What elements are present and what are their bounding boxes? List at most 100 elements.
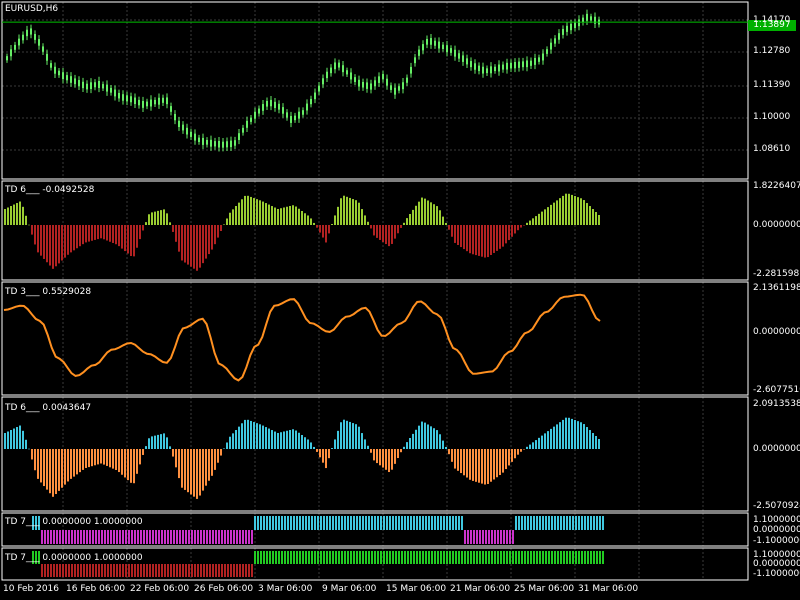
signal-bar (293, 516, 295, 530)
signal-bar (353, 551, 355, 564)
price-candle-body (22, 34, 24, 41)
signal-bar (89, 564, 91, 577)
histogram-bar (196, 449, 198, 499)
histogram-bar (106, 449, 108, 466)
price-candle-body (398, 86, 400, 91)
signal-bar (188, 530, 190, 544)
signal-bar (278, 551, 280, 564)
signal-bar (353, 516, 355, 530)
price-candle-body (74, 78, 76, 85)
price-candle-body (482, 66, 484, 74)
histogram-bar (310, 218, 312, 225)
signal-bar (212, 564, 214, 577)
signal-bar (47, 530, 49, 544)
histogram-bar (472, 449, 474, 481)
signal-bar (161, 564, 163, 577)
time-axis-tick: 26 Feb 06:00 (194, 584, 254, 594)
signal-bar (155, 564, 157, 577)
signal-bar (284, 516, 286, 530)
price-candle-body (338, 62, 340, 68)
histogram-bar (319, 225, 321, 233)
td7-axis-min: -1.1000000 (753, 536, 800, 546)
signal-bar (512, 551, 514, 564)
price-candle-body (534, 57, 536, 65)
histogram-bar (292, 429, 294, 449)
signal-bar (68, 564, 70, 577)
histogram-bar (436, 206, 438, 225)
time-axis-tick: 3 Mar 06:00 (258, 584, 313, 594)
histogram-bar (25, 215, 27, 225)
price-axis-label: 1.11390 (753, 80, 791, 90)
price-candle-body (574, 22, 576, 28)
histogram-bar (586, 427, 588, 449)
price-candle-body (142, 101, 144, 108)
signal-bar (233, 530, 235, 544)
signal-bar (455, 551, 457, 564)
histogram-bar (7, 431, 9, 449)
histogram-bar (490, 449, 492, 482)
histogram-bar (7, 207, 9, 225)
signal-bar (200, 530, 202, 544)
histogram-bar (556, 424, 558, 449)
price-candle-body (570, 23, 572, 31)
signal-bar (83, 564, 85, 577)
signal-bar (200, 564, 202, 577)
signal-bar (494, 551, 496, 564)
signal-bar (410, 551, 412, 564)
histogram-bar (457, 225, 459, 245)
td6-second-axis-min: -2.5070924 (753, 501, 800, 511)
signal-bar (71, 530, 73, 544)
histogram-bar (262, 201, 264, 225)
signal-bar (518, 516, 520, 530)
histogram-bar (586, 203, 588, 225)
histogram-bar (214, 449, 216, 470)
signal-bar (212, 530, 214, 544)
signal-bar (236, 564, 238, 577)
histogram-bar (367, 445, 369, 449)
histogram-bar (385, 225, 387, 245)
histogram-bar (547, 431, 549, 449)
price-candle-body (90, 82, 92, 90)
histogram-bar (466, 449, 468, 478)
signal-bar (83, 530, 85, 544)
signal-bar (227, 564, 229, 577)
histogram-bar (529, 220, 531, 225)
price-candle-body (18, 38, 20, 46)
histogram-bar (163, 209, 165, 225)
histogram-bar (562, 195, 564, 225)
histogram-bar (223, 224, 225, 225)
signal-bar (530, 516, 532, 530)
signal-bar (554, 516, 556, 530)
histogram-bar (91, 225, 93, 241)
signal-bar (143, 530, 145, 544)
histogram-bar (466, 225, 468, 252)
signal-bar (110, 530, 112, 544)
signal-bar (446, 551, 448, 564)
chart-canvas[interactable] (0, 0, 800, 600)
price-candle-body (562, 28, 564, 35)
time-axis-tick: 9 Mar 06:00 (322, 584, 377, 594)
signal-bar (272, 516, 274, 530)
histogram-bar (175, 225, 177, 242)
histogram-bar (577, 197, 579, 225)
signal-bar (92, 530, 94, 544)
signal-bar (524, 516, 526, 530)
price-candle-body (46, 53, 48, 61)
histogram-bar (295, 430, 297, 449)
signal-bar (173, 530, 175, 544)
signal-bar (491, 551, 493, 564)
signal-bar (401, 551, 403, 564)
price-candle-body (414, 57, 416, 64)
signal-bar (362, 551, 364, 564)
histogram-bar (556, 200, 558, 225)
histogram-bar (481, 449, 483, 484)
histogram-bar (406, 218, 408, 225)
price-candle-body (266, 100, 268, 107)
histogram-bar (295, 206, 297, 225)
histogram-bar (49, 449, 51, 494)
price-candle-body (318, 85, 320, 92)
histogram-bar (469, 225, 471, 254)
signal-bar (245, 564, 247, 577)
signal-bar (203, 564, 205, 577)
histogram-bar (4, 209, 6, 225)
